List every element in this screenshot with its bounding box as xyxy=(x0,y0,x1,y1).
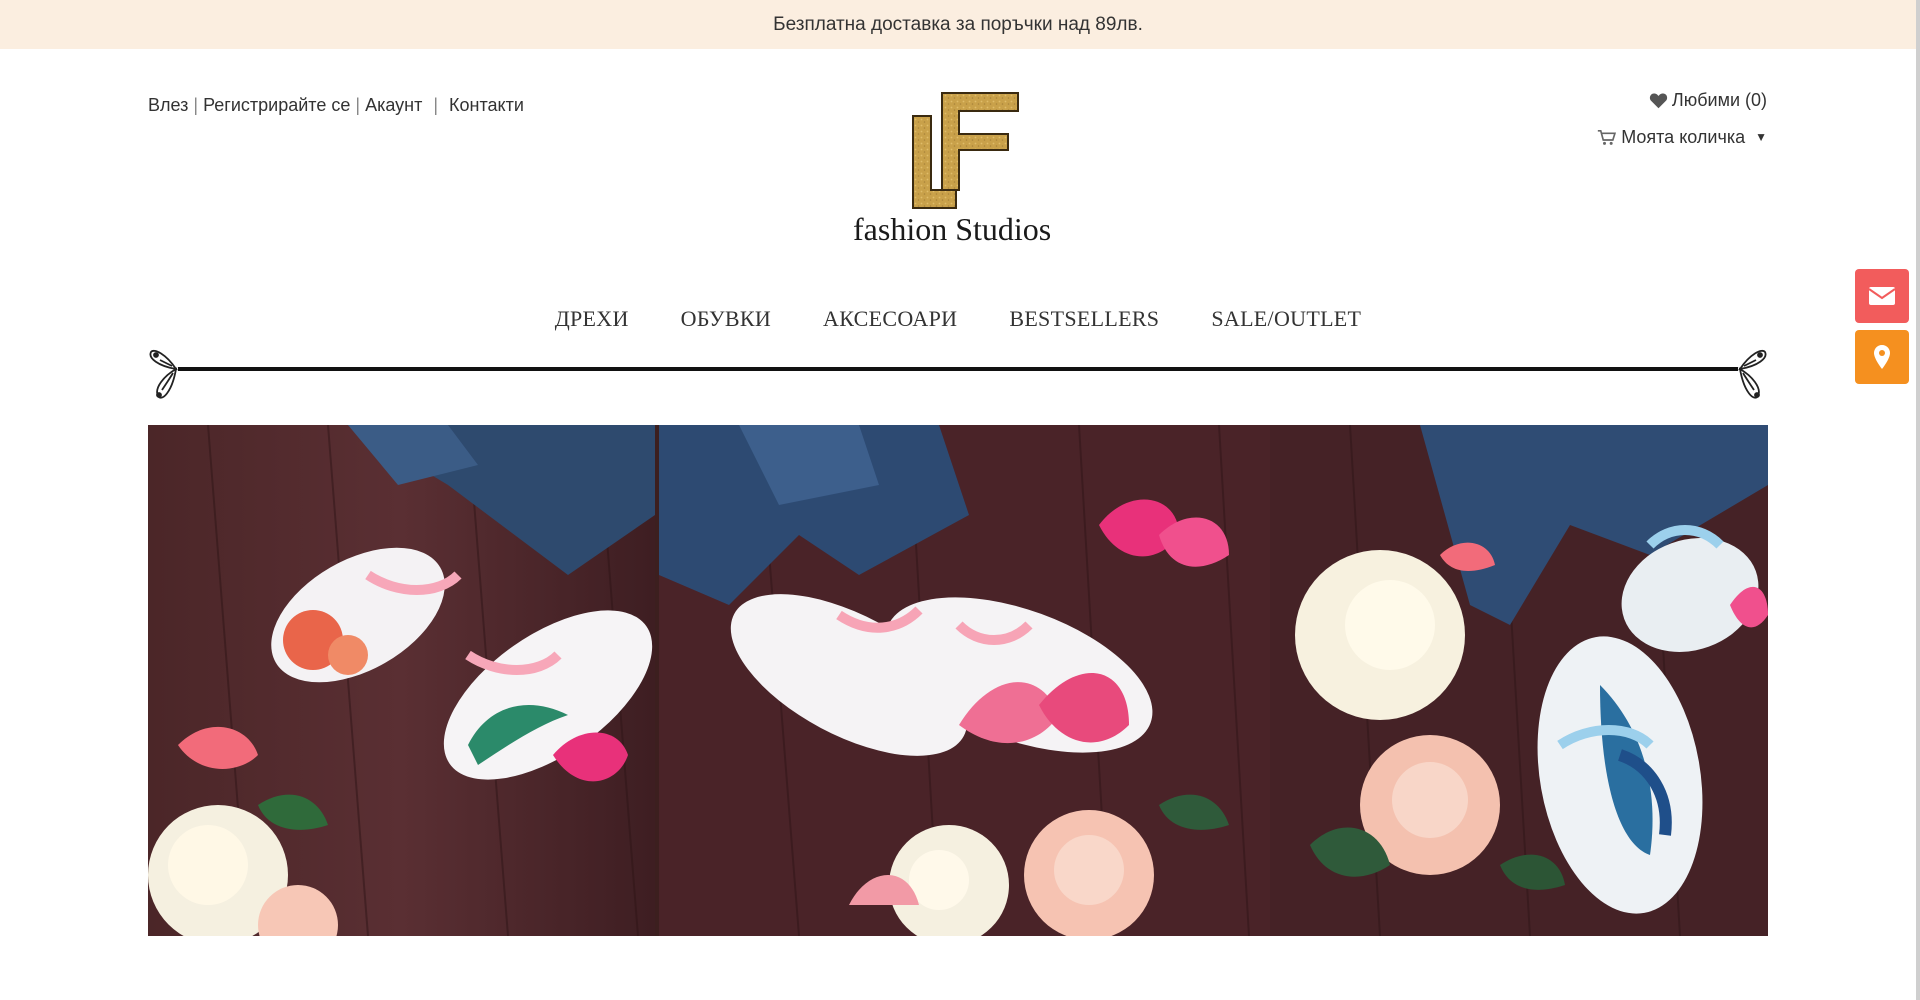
butterfly-ornament-right-icon xyxy=(1738,349,1767,399)
nav-item-bestsellers[interactable]: BESTSELLERS xyxy=(1009,306,1159,332)
hero-image-1 xyxy=(148,425,655,936)
location-button[interactable] xyxy=(1855,330,1909,384)
cart-dropdown[interactable]: Моята количка ▼ xyxy=(1597,125,1767,149)
brand-name: fashion Studios xyxy=(853,211,1051,247)
hero-image-2 xyxy=(659,425,1270,936)
separator: | xyxy=(193,95,199,115)
butterfly-ornament-left-icon xyxy=(149,349,178,399)
decorative-divider xyxy=(149,349,1767,399)
promo-text: Безплатна доставка за поръчки над 89лв. xyxy=(773,13,1143,35)
chevron-down-icon: ▼ xyxy=(1755,130,1767,144)
nav-item-clothes[interactable]: ДРЕХИ xyxy=(555,306,629,332)
brand-logo-mark: fashion Studios xyxy=(853,92,1051,247)
map-marker-icon xyxy=(1874,345,1890,369)
separator: | xyxy=(433,95,439,115)
main-nav: ДРЕХИ ОБУВКИ АКСЕСОАРИ BESTSELLERS SALE/… xyxy=(0,306,1916,332)
account-link[interactable]: Акаунт xyxy=(365,95,422,116)
brand-logo[interactable]: fashion Studios xyxy=(848,88,1068,248)
wishlist-link[interactable]: Любими (0) xyxy=(1597,88,1767,112)
email-contact-button[interactable] xyxy=(1855,269,1909,323)
user-tools: Любими (0) Моята количка ▼ xyxy=(1597,88,1767,162)
nav-item-shoes[interactable]: ОБУВКИ xyxy=(681,306,771,332)
cart-label: Моята количка xyxy=(1621,126,1746,147)
wishlist-label: Любими (0) xyxy=(1671,89,1767,110)
envelope-icon xyxy=(1868,287,1896,305)
hero-image-3 xyxy=(1270,425,1768,936)
scrollbar[interactable] xyxy=(1916,0,1920,1000)
nav-item-accessories[interactable]: АКСЕСОАРИ xyxy=(823,306,957,332)
register-link[interactable]: Регистрирайте се xyxy=(203,95,350,116)
cart-icon xyxy=(1597,129,1617,146)
promo-bar: Безплатна доставка за поръчки над 89лв. xyxy=(0,0,1916,49)
nav-item-sale[interactable]: SALE/OUTLET xyxy=(1211,306,1361,332)
heart-icon xyxy=(1649,92,1668,109)
contacts-link[interactable]: Контакти xyxy=(449,95,524,116)
separator: | xyxy=(355,95,361,115)
hero-banner[interactable] xyxy=(148,425,1768,936)
account-links: Влез | Регистрирайте се | Акаунт | Конта… xyxy=(148,95,524,116)
login-link[interactable]: Влез xyxy=(148,95,188,116)
